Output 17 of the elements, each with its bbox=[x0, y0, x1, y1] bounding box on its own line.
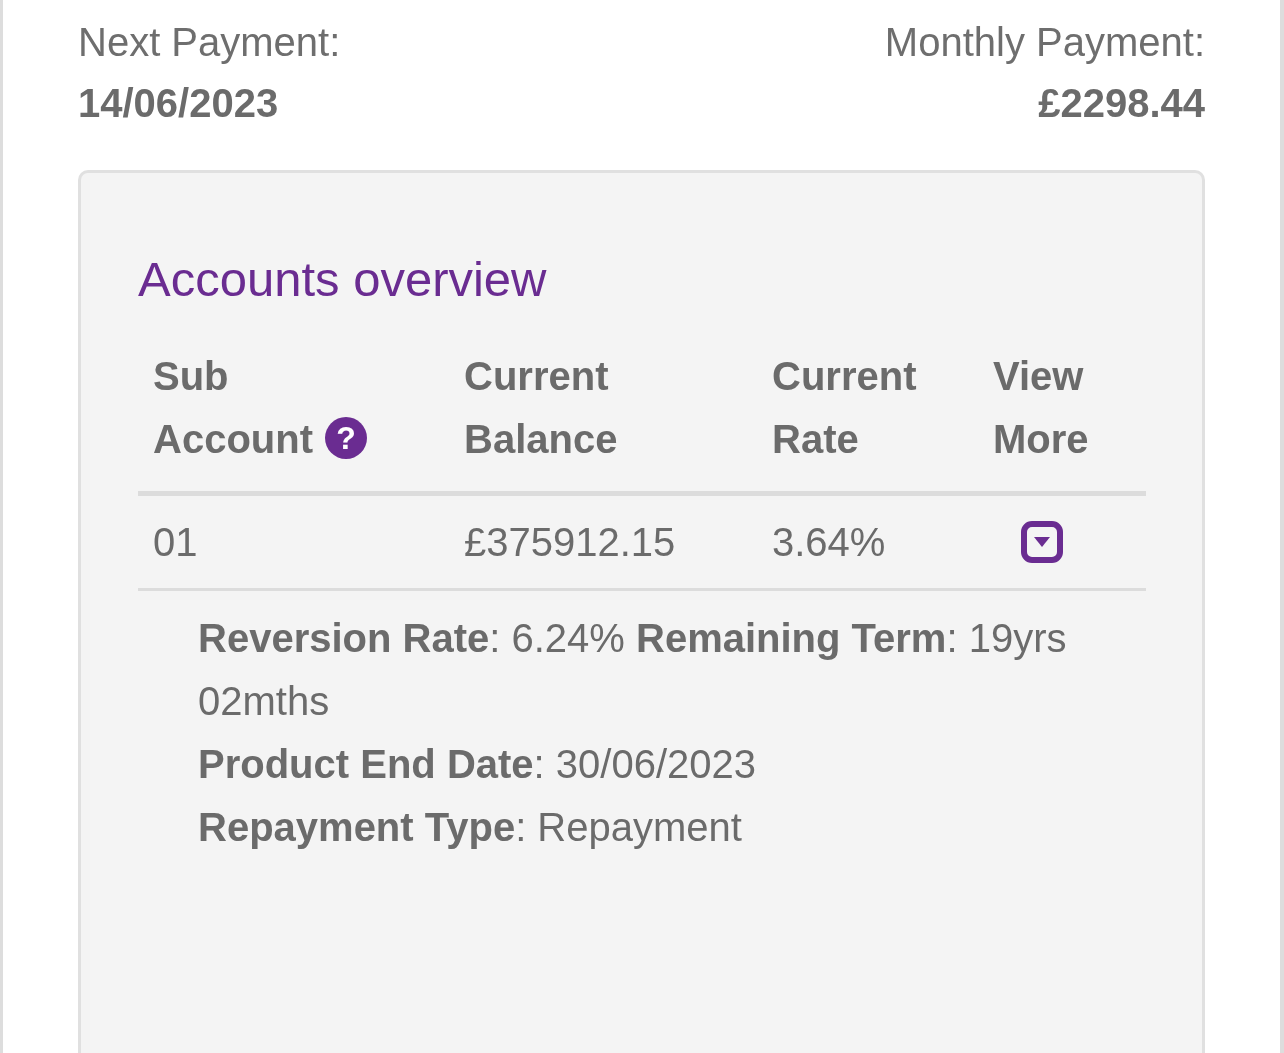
detail-text: Repayment Type: Repayment bbox=[198, 804, 743, 851]
dropdown-toggle-icon[interactable] bbox=[1021, 521, 1063, 563]
table-cell: £375912.15 bbox=[464, 519, 676, 564]
column-header: View More bbox=[993, 353, 1089, 463]
section-title: Accounts overview bbox=[138, 251, 548, 307]
help-icon[interactable]: ? bbox=[325, 417, 367, 459]
column-header: Current Rate bbox=[772, 353, 917, 463]
detail-text: Product End Date: 30/06/2023 bbox=[198, 741, 757, 788]
summary-label: Monthly Payment: bbox=[884, 19, 1205, 66]
summary-label: Next Payment: bbox=[78, 19, 341, 66]
summary-value: £2298.44 bbox=[1037, 80, 1205, 127]
column-header: Current Balance bbox=[464, 353, 618, 463]
detail-text: Reversion Rate: 6.24% Remaining Term: 19yrs 02mths bbox=[198, 615, 1068, 725]
column-header: Sub Account bbox=[153, 353, 313, 463]
summary-value: 14/06/2023 bbox=[78, 80, 280, 127]
table-cell: 3.64% bbox=[772, 519, 886, 564]
table-cell: 01 bbox=[153, 519, 198, 564]
